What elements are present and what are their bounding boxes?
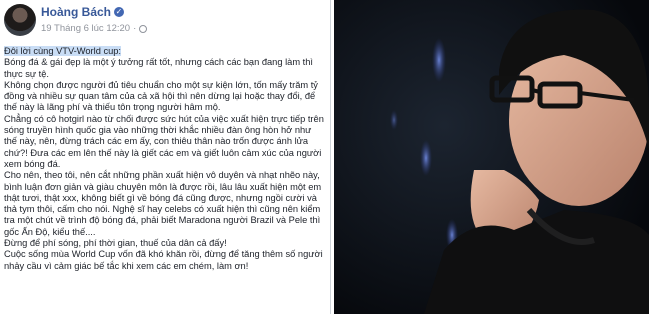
globe-icon	[139, 24, 148, 33]
man-in-glasses-photo	[334, 0, 649, 314]
facebook-post: Hoàng Bách ✓ 19 Tháng 6 lúc 12:20 · Đôi …	[0, 0, 331, 314]
post-timestamp[interactable]: 19 Tháng 6 lúc 12:20	[41, 23, 130, 34]
post-meta: 19 Tháng 6 lúc 12:20 ·	[41, 23, 148, 34]
separator-dot: ·	[133, 23, 137, 34]
author-name[interactable]: Hoàng Bách	[41, 5, 111, 19]
author-row: Hoàng Bách ✓	[41, 5, 125, 19]
post-paragraph: Đôi lời cùng VTV-World cup:	[4, 46, 326, 57]
verified-badge-icon: ✓	[114, 7, 125, 17]
post-paragraph: Cho nên, theo tôi, nên cắt những phần xu…	[4, 170, 322, 237]
post-paragraph: Cuộc sống mùa World Cup vốn đã khó khăn …	[4, 249, 323, 271]
post-paragraph: Không chọn được người đủ tiêu chuẩn cho …	[4, 79, 318, 113]
post-paragraph: Chẳng có cô hotgirl nào từ chối được sức…	[4, 113, 324, 169]
post-paragraph: Bóng đá & gái đẹp là một ý tưởng rất tốt…	[4, 57, 313, 79]
avatar[interactable]	[4, 4, 36, 36]
post-paragraph: Đừng để phí sóng, phí thời gian, thuế củ…	[4, 238, 227, 249]
highlighted-text: Đôi lời cùng VTV-World cup:	[4, 46, 122, 56]
screenshot: Hoàng Bách ✓ 19 Tháng 6 lúc 12:20 · Đôi …	[0, 0, 649, 314]
post-header: Hoàng Bách ✓ 19 Tháng 6 lúc 12:20 ·	[4, 4, 324, 38]
post-body: Đôi lời cùng VTV-World cup: Bóng đá & gá…	[4, 46, 326, 272]
photo-illustration	[334, 0, 649, 314]
